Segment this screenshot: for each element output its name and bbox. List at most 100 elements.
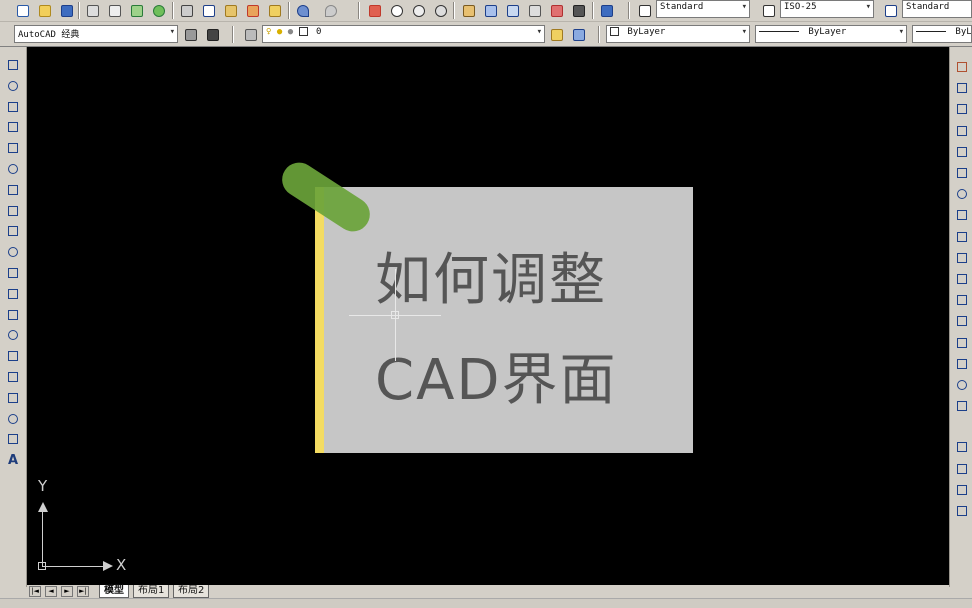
plot-preview-icon[interactable] [106, 2, 123, 19]
chamfer-icon[interactable] [954, 356, 970, 372]
erase-icon[interactable] [954, 59, 970, 75]
dim-style-select[interactable]: ISO-25 ▾ [780, 0, 874, 18]
lineweight-select[interactable]: ByL [912, 25, 972, 43]
copy-clip-icon[interactable] [200, 2, 217, 19]
linetype-select[interactable]: ByLayer ▾ [755, 25, 907, 43]
chevron-down-icon: ▾ [741, 2, 747, 12]
new-file-icon[interactable] [14, 2, 31, 19]
zoom-realtime-icon[interactable] [388, 2, 405, 19]
text-button[interactable]: A [5, 452, 21, 468]
extend-icon[interactable] [954, 271, 970, 287]
multiline-text-icon[interactable] [5, 431, 21, 447]
markup-icon[interactable] [548, 2, 565, 19]
layer-manager-icon[interactable] [242, 26, 259, 43]
construction-line-icon[interactable] [5, 78, 21, 94]
print-icon[interactable] [84, 2, 101, 19]
help-icon[interactable] [598, 2, 615, 19]
move-icon[interactable] [954, 165, 970, 181]
fillet-icon[interactable] [954, 377, 970, 393]
block-editor-icon[interactable] [266, 2, 283, 19]
polygon-icon[interactable] [5, 119, 21, 135]
tab-layout2[interactable]: 布局2 [173, 585, 210, 598]
table-style-icon[interactable] [882, 2, 899, 19]
table-icon[interactable] [5, 411, 21, 427]
draworder-under-icon[interactable] [954, 503, 970, 519]
color-select[interactable]: ByLayer ▾ [606, 25, 750, 43]
previous-tab-button[interactable]: ◄ [45, 586, 57, 597]
trim-icon[interactable] [954, 250, 970, 266]
join-icon[interactable] [954, 335, 970, 351]
tab-layout1[interactable]: 布局1 [133, 585, 170, 598]
workspace-settings-icon[interactable] [182, 26, 199, 43]
3d-dwf-icon[interactable] [150, 2, 167, 19]
spline-icon[interactable] [5, 223, 21, 239]
redo-icon[interactable] [322, 2, 339, 19]
make-block-icon[interactable] [5, 307, 21, 323]
tool-palettes-icon[interactable] [504, 2, 521, 19]
save-icon[interactable] [58, 2, 75, 19]
chevron-down-icon: ▾ [169, 27, 175, 37]
pan-icon[interactable] [366, 2, 383, 19]
polyline-icon[interactable] [5, 99, 21, 115]
insert-block-icon[interactable] [5, 286, 21, 302]
revision-cloud-icon[interactable] [5, 203, 21, 219]
point-icon[interactable] [5, 327, 21, 343]
open-file-icon[interactable] [36, 2, 53, 19]
hatch-icon[interactable] [5, 348, 21, 364]
text-style-select[interactable]: Standard ▾ [656, 0, 750, 18]
paste-icon[interactable] [222, 2, 239, 19]
offset-icon[interactable] [954, 123, 970, 139]
rectangle-icon[interactable] [5, 140, 21, 156]
workspace-save-icon[interactable] [204, 26, 221, 43]
first-tab-button[interactable]: |◄ [29, 586, 41, 597]
copy-icon[interactable] [954, 80, 970, 96]
make-object-layer-current-icon[interactable] [548, 26, 565, 43]
quickcalc-icon[interactable] [570, 2, 587, 19]
mirror-icon[interactable] [954, 101, 970, 117]
arc-icon[interactable] [5, 161, 21, 177]
text-style-icon[interactable] [636, 2, 653, 19]
ucs-y-axis [42, 507, 43, 567]
lock-icon: ● [287, 27, 294, 37]
ucs-x-label: X [116, 556, 127, 574]
table-style-select[interactable]: Standard [902, 0, 972, 18]
layer-color-swatch [298, 27, 308, 36]
explode-icon[interactable] [954, 398, 970, 414]
layer-select[interactable]: ♀ ● ● 0 ▾ [262, 25, 545, 43]
properties-icon[interactable] [460, 2, 477, 19]
drawing-area[interactable]: 如何调整 CAD界面 Y X [27, 47, 949, 585]
linetype-value: ByLayer [808, 27, 847, 37]
stretch-icon[interactable] [954, 229, 970, 245]
design-center-icon[interactable] [482, 2, 499, 19]
ellipse-arc-icon[interactable] [5, 265, 21, 281]
draworder-above-icon[interactable] [954, 482, 970, 498]
region-icon[interactable] [5, 390, 21, 406]
break-icon[interactable] [954, 313, 970, 329]
break-at-point-icon[interactable] [954, 292, 970, 308]
sheet-set-icon[interactable] [526, 2, 543, 19]
scale-icon[interactable] [954, 207, 970, 223]
layer-previous-icon[interactable] [570, 26, 587, 43]
linetype-preview [759, 31, 799, 32]
card-accent-edge [315, 187, 324, 453]
zoom-window-icon[interactable] [410, 2, 427, 19]
ellipse-icon[interactable] [5, 244, 21, 260]
draworder-front-icon[interactable] [954, 439, 970, 455]
tab-model[interactable]: 模型 [99, 585, 129, 598]
workspace-select[interactable]: AutoCAD 经典 ▾ [14, 25, 178, 43]
title-overlay-card: 如何调整 CAD界面 [315, 187, 693, 453]
last-tab-button[interactable]: ►| [77, 586, 89, 597]
match-properties-icon[interactable] [244, 2, 261, 19]
array-icon[interactable] [954, 144, 970, 160]
draworder-back-icon[interactable] [954, 461, 970, 477]
line-icon[interactable] [5, 57, 21, 73]
gradient-icon[interactable] [5, 369, 21, 385]
zoom-previous-icon[interactable] [432, 2, 449, 19]
publish-icon[interactable] [128, 2, 145, 19]
undo-icon[interactable] [294, 2, 311, 19]
circle-icon[interactable] [5, 182, 21, 198]
rotate-icon[interactable] [954, 186, 970, 202]
next-tab-button[interactable]: ► [61, 586, 73, 597]
cut-icon[interactable] [178, 2, 195, 19]
dim-style-icon[interactable] [760, 2, 777, 19]
